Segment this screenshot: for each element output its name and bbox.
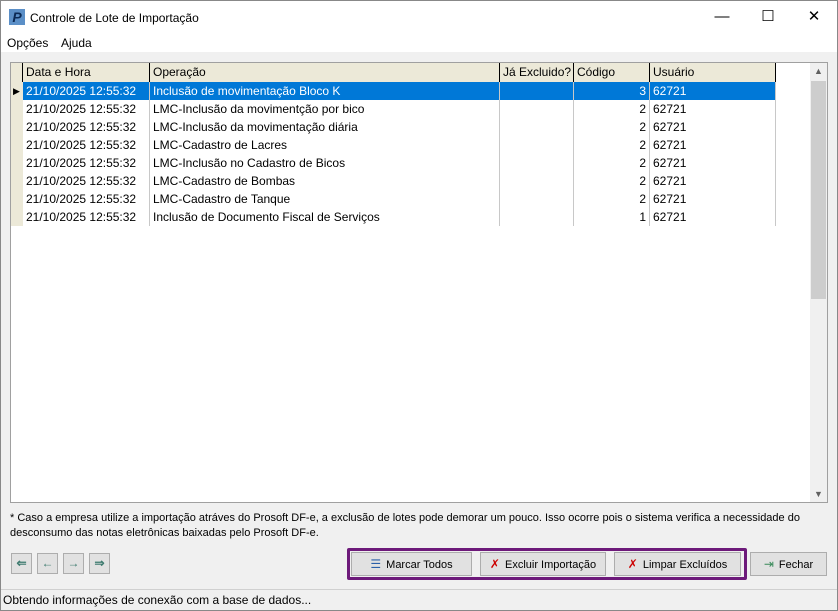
app-logo-icon: P [9, 9, 25, 25]
scroll-up-icon[interactable]: ▲ [810, 66, 827, 76]
limpar-excluidos-label: Limpar Excluídos [642, 559, 728, 571]
cell-data[interactable]: 21/10/2025 12:55:32 [23, 118, 150, 136]
cell-data[interactable]: 21/10/2025 12:55:32 [23, 172, 150, 190]
column-header-data-hora[interactable]: Data e Hora [23, 63, 150, 82]
table-row[interactable]: 21/10/2025 12:55:32 LMC-Cadastro de Tanqu… [11, 190, 776, 208]
cell-excluido[interactable] [500, 100, 574, 118]
minimize-button[interactable]: — [699, 1, 745, 33]
window-title: Controle de Lote de Importação [30, 11, 199, 25]
scroll-down-icon[interactable]: ▼ [810, 489, 827, 499]
fechar-label: Fechar [778, 559, 814, 571]
cell-codigo[interactable]: 2 [574, 100, 650, 118]
clear-table-icon: ✗ [627, 557, 638, 571]
marcar-todos-label: Marcar Todos [386, 559, 453, 571]
close-button[interactable]: ✕ [791, 1, 837, 33]
cell-data[interactable]: 21/10/2025 12:55:32 [23, 154, 150, 172]
cell-operacao[interactable]: Inclusão de Documento Fiscal de Serviços [150, 208, 500, 226]
cell-excluido[interactable] [500, 208, 574, 226]
cell-operacao[interactable]: LMC-Cadastro de Bombas [150, 172, 500, 190]
menu-opcoes[interactable]: Opções [7, 36, 48, 50]
row-indicator [11, 118, 23, 136]
vertical-scrollbar[interactable]: ▲ ▼ [810, 63, 827, 502]
excluir-importacao-label: Excluir Importação [504, 559, 597, 571]
import-batch-grid[interactable]: Data e Hora Operação Já Excluido? Código… [10, 62, 828, 503]
maximize-button[interactable]: ☐ [745, 1, 791, 33]
cell-usuario[interactable]: 62721 [650, 190, 776, 208]
excluir-importacao-button[interactable]: ✗ Excluir Importação [480, 552, 606, 576]
menu-bar: Opções Ajuda [1, 33, 837, 52]
cell-data[interactable]: 21/10/2025 12:55:32 [23, 82, 150, 100]
cell-codigo[interactable]: 2 [574, 136, 650, 154]
cell-excluido[interactable] [500, 136, 574, 154]
delete-table-icon: ✗ [489, 557, 500, 571]
cell-data[interactable]: 21/10/2025 12:55:32 [23, 136, 150, 154]
cell-codigo[interactable]: 2 [574, 154, 650, 172]
row-indicator [11, 136, 23, 154]
cell-usuario[interactable]: 62721 [650, 118, 776, 136]
indicator-header [11, 63, 23, 82]
cell-codigo[interactable]: 3 [574, 82, 650, 100]
cell-excluido[interactable] [500, 82, 574, 100]
table-row[interactable]: 21/10/2025 12:55:32 LMC-Cadastro de Bomba… [11, 172, 776, 190]
table-row[interactable]: 21/10/2025 12:55:32 LMC-Inclusão da movim… [11, 118, 776, 136]
column-header-codigo[interactable]: Código [574, 63, 650, 82]
info-note: * Caso a empresa utilize a importação at… [10, 512, 800, 539]
marcar-todos-button[interactable]: ☰ Marcar Todos [351, 552, 472, 576]
status-bar: Obtendo informações de conexão com a bas… [1, 589, 837, 610]
cell-usuario[interactable]: 62721 [650, 100, 776, 118]
cell-usuario[interactable]: 62721 [650, 136, 776, 154]
exit-door-icon: ⇥ [763, 557, 774, 571]
list-check-icon: ☰ [370, 557, 382, 571]
fechar-button[interactable]: ⇥ Fechar [750, 552, 827, 576]
table-row[interactable]: 21/10/2025 12:55:32 LMC-Inclusão no Cadas… [11, 154, 776, 172]
cell-operacao[interactable]: LMC-Inclusão da movimentação diária [150, 118, 500, 136]
scrollbar-thumb[interactable] [811, 81, 826, 299]
cell-excluido[interactable] [500, 154, 574, 172]
cell-operacao[interactable]: LMC-Inclusão da movimentção por bico [150, 100, 500, 118]
table-row[interactable]: 21/10/2025 12:55:32 Inclusão de Documento… [11, 208, 776, 226]
cell-usuario[interactable]: 62721 [650, 154, 776, 172]
cell-excluido[interactable] [500, 118, 574, 136]
next-record-button[interactable]: → [63, 553, 84, 574]
column-header-ja-excluido[interactable]: Já Excluido? [500, 63, 574, 82]
first-record-button[interactable]: ⇐ [11, 553, 32, 574]
row-indicator [11, 208, 23, 226]
cell-operacao[interactable]: LMC-Inclusão no Cadastro de Bicos [150, 154, 500, 172]
cell-excluido[interactable] [500, 172, 574, 190]
cell-codigo[interactable]: 1 [574, 208, 650, 226]
last-record-button[interactable]: ⇒ [89, 553, 110, 574]
cell-usuario[interactable]: 62721 [650, 82, 776, 100]
cell-data[interactable]: 21/10/2025 12:55:32 [23, 100, 150, 118]
cell-codigo[interactable]: 2 [574, 118, 650, 136]
column-header-usuario[interactable]: Usuário [650, 63, 776, 82]
cell-data[interactable]: 21/10/2025 12:55:32 [23, 208, 150, 226]
cell-usuario[interactable]: 62721 [650, 172, 776, 190]
row-indicator [11, 154, 23, 172]
cell-codigo[interactable]: 2 [574, 172, 650, 190]
previous-record-button[interactable]: ← [37, 553, 58, 574]
row-indicator [11, 100, 23, 118]
cell-excluido[interactable] [500, 190, 574, 208]
row-indicator [11, 172, 23, 190]
row-indicator [11, 190, 23, 208]
table-row[interactable]: 21/10/2025 12:55:32 LMC-Cadastro de Lacre… [11, 136, 776, 154]
column-header-operacao[interactable]: Operação [150, 63, 500, 82]
menu-ajuda[interactable]: Ajuda [61, 36, 92, 50]
cell-operacao[interactable]: LMC-Cadastro de Lacres [150, 136, 500, 154]
cell-usuario[interactable]: 62721 [650, 208, 776, 226]
current-row-indicator-icon: ▶ [11, 82, 23, 100]
cell-data[interactable]: 21/10/2025 12:55:32 [23, 190, 150, 208]
limpar-excluidos-button[interactable]: ✗ Limpar Excluídos [614, 552, 741, 576]
cell-operacao[interactable]: LMC-Cadastro de Tanque [150, 190, 500, 208]
cell-operacao[interactable]: Inclusão de movimentação Bloco K [150, 82, 500, 100]
cell-codigo[interactable]: 2 [574, 190, 650, 208]
title-bar: P Controle de Lote de Importação — ☐ ✕ [1, 1, 837, 33]
table-row[interactable]: 21/10/2025 12:55:32 LMC-Inclusão da movim… [11, 100, 776, 118]
table-row[interactable]: ▶ 21/10/2025 12:55:32 Inclusão de moviment… [11, 82, 776, 100]
